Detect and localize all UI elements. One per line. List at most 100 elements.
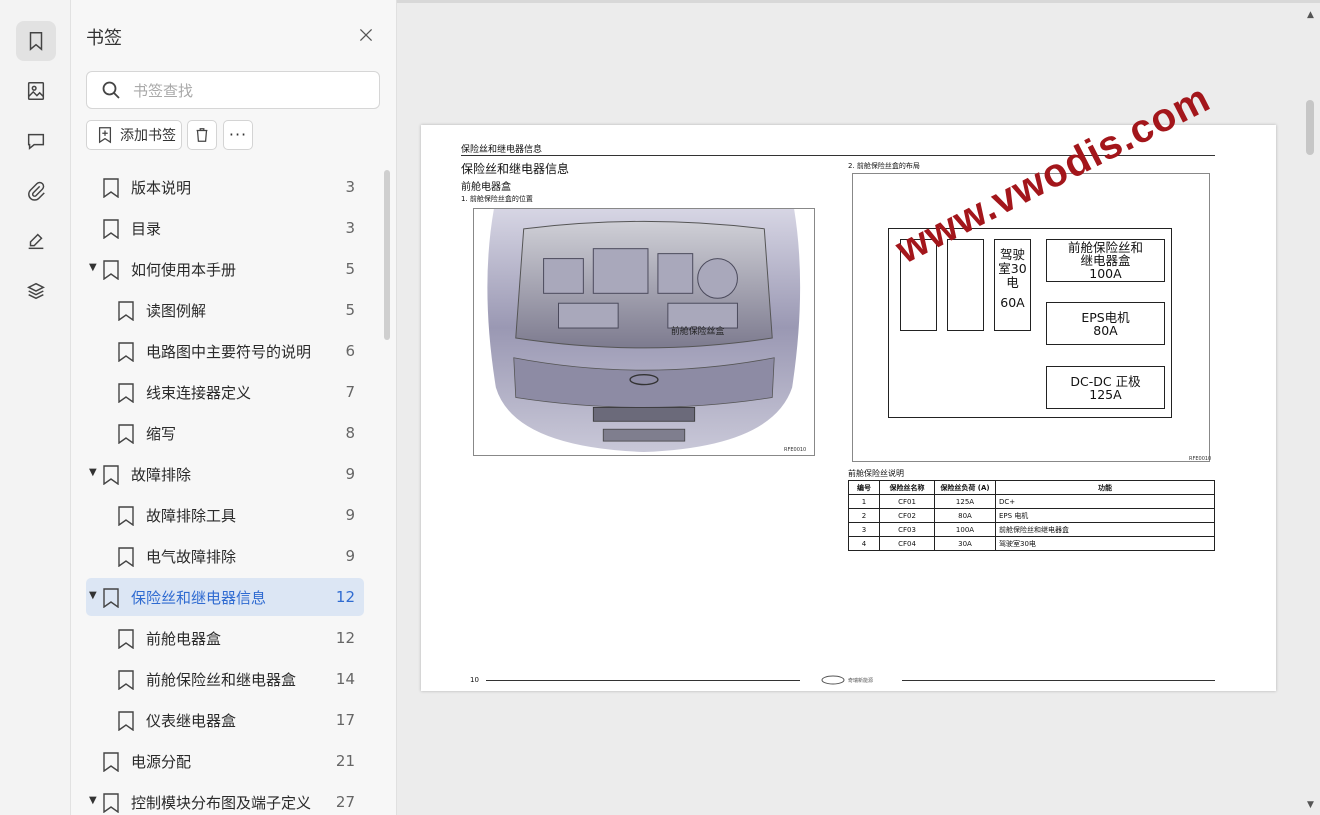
brand-logo-icon: 奇瑞新能源 <box>821 675 873 685</box>
fuse-front-box-100a: 前舱保险丝和 继电器盒 100A <box>1046 239 1165 282</box>
table-cell: CF03 <box>879 522 935 537</box>
fuse-eps-rating: 80A <box>1093 322 1118 338</box>
table-cell: 驾驶室30电 <box>995 536 1215 551</box>
bookmark-icon <box>103 260 119 280</box>
fuse-dcdc-line1: DC-DC 正极 <box>1070 373 1141 389</box>
bookmark-label: 电气故障排除 <box>146 548 237 566</box>
bookmark-page-number: 27 <box>335 793 355 811</box>
document-scrollbar[interactable] <box>1306 100 1314 155</box>
bookmark-item[interactable]: 电路图中主要符号的说明 6 <box>86 332 364 370</box>
bookmark-icon <box>103 793 119 813</box>
scroll-down-arrow-icon[interactable]: ▼ <box>1307 800 1314 810</box>
bookmark-item[interactable]: 电源分配 21 <box>86 742 364 780</box>
expand-arrow-icon[interactable]: ▼ <box>89 467 97 478</box>
bookmark-icon <box>118 547 134 567</box>
bookmark-item[interactable]: ▼ 控制模块分布图及端子定义 27 <box>86 783 364 815</box>
bookmark-page-number: 17 <box>335 711 355 729</box>
bookmark-item[interactable]: 前舱保险丝和继电器盒 14 <box>86 660 364 698</box>
table-cell: 125A <box>934 494 996 509</box>
bookmark-icon <box>118 711 134 731</box>
table-cell: 4 <box>848 536 880 551</box>
bookmark-page-number: 7 <box>345 383 355 401</box>
caption-fuse-box-layout: 2. 前舱保险丝盒的布局 <box>848 162 920 170</box>
table-row: 1 CF01 125A DC+ <box>848 494 1215 509</box>
bookmark-page-number: 12 <box>335 629 355 647</box>
layers-icon[interactable] <box>16 271 56 311</box>
section-title: 保险丝和继电器信息 <box>461 162 570 176</box>
document-viewer: ▲ ▼ 保险丝和继电器信息 保险丝和继电器信息 前舱电器盒 1. 前舱保险丝盒的… <box>397 0 1320 815</box>
table-row: 2 CF02 80A EPS 电机 <box>848 508 1215 523</box>
fuse-eps-line1: EPS电机 <box>1081 309 1130 325</box>
delete-bookmark-button[interactable] <box>187 120 217 150</box>
photo-callout-label: 前舱保险丝盒 <box>671 325 725 337</box>
top-divider <box>397 0 1320 3</box>
bookmark-icon <box>103 465 119 485</box>
bookmark-item[interactable]: 线束连接器定义 7 <box>86 373 364 411</box>
bookmark-icon <box>103 752 119 772</box>
bookmark-item[interactable]: 前舱电器盒 12 <box>86 619 364 657</box>
add-bookmark-label: 添加书签 <box>120 128 176 144</box>
bookmark-page-number: 9 <box>345 465 355 483</box>
table-row: 3 CF03 100A 前舱保险丝和继电器盒 <box>848 522 1215 537</box>
section-subtitle: 前舱电器盒 <box>461 182 511 193</box>
add-bookmark-button[interactable]: 添加书签 <box>86 120 182 150</box>
bookmark-label: 缩写 <box>146 425 177 443</box>
table-cell: 前舱保险丝和继电器盒 <box>995 522 1215 537</box>
fuse-cab-line3: 电 <box>1006 275 1019 290</box>
expand-arrow-icon[interactable]: ▼ <box>89 590 97 601</box>
bookmark-search <box>86 71 380 109</box>
bookmark-label: 目录 <box>131 220 162 238</box>
bookmark-label: 控制模块分布图及端子定义 <box>131 794 312 812</box>
image-icon[interactable] <box>16 71 56 111</box>
bookmark-icon <box>103 588 119 608</box>
table-cell: 3 <box>848 522 880 537</box>
fuse-front-box-rating: 100A <box>1089 266 1122 281</box>
bookmark-item[interactable]: ▼ 保险丝和继电器信息 12 <box>86 578 364 616</box>
bookmark-page-number: 14 <box>335 670 355 688</box>
bookmark-icon <box>103 178 119 198</box>
page-header: 保险丝和继电器信息 <box>461 145 543 155</box>
expand-arrow-icon[interactable]: ▼ <box>89 795 97 806</box>
close-icon[interactable] <box>355 24 377 46</box>
bookmark-item[interactable]: 版本说明 3 <box>86 168 364 206</box>
footer-brand-text: 奇瑞新能源 <box>848 677 873 684</box>
engine-bay-photo: 前舱保险丝盒 <box>473 208 815 456</box>
bookmark-label: 故障排除工具 <box>146 507 237 525</box>
bookmark-item[interactable]: ▼ 故障排除 9 <box>86 455 364 493</box>
bookmark-label: 线束连接器定义 <box>146 384 252 402</box>
bookmark-page-number: 21 <box>335 752 355 770</box>
scroll-up-arrow-icon[interactable]: ▲ <box>1307 10 1314 20</box>
bookmark-page-number: 3 <box>345 178 355 196</box>
bookmark-icon[interactable] <box>16 21 56 61</box>
signature-icon[interactable] <box>16 221 56 261</box>
bookmark-item[interactable]: 仪表继电器盒 17 <box>86 701 364 739</box>
bookmark-label: 电路图中主要符号的说明 <box>146 343 312 361</box>
expand-arrow-icon[interactable]: ▼ <box>89 262 97 273</box>
bookmark-item[interactable]: 故障排除工具 9 <box>86 496 364 534</box>
bookmark-label: 电源分配 <box>131 753 192 771</box>
bookmark-item[interactable]: 缩写 8 <box>86 414 364 452</box>
bookmark-list: 版本说明 3 目录 3 ▼ 如何使用本手册 5 读图例解 5 电路图中主要符号的说明 6 线束连接器定… <box>71 168 381 815</box>
icon-rail <box>0 0 71 815</box>
search-input[interactable] <box>131 78 365 104</box>
bookmark-item[interactable]: 电气故障排除 9 <box>86 537 364 575</box>
table-cell: 2 <box>848 508 880 523</box>
more-options-button[interactable]: ··· <box>223 120 253 150</box>
bookmark-item[interactable]: 读图例解 5 <box>86 291 364 329</box>
bookmark-page-number: 8 <box>345 424 355 442</box>
bookmark-item[interactable]: 目录 3 <box>86 209 364 247</box>
table-cell: CF04 <box>879 536 935 551</box>
footer-rule <box>902 680 1215 681</box>
bookmark-page-number: 3 <box>345 219 355 237</box>
table-cell: CF02 <box>879 508 935 523</box>
fuse-cab-rating: 60A <box>1000 295 1025 310</box>
panel-scrollbar[interactable] <box>384 170 390 340</box>
table-cell: 30A <box>934 536 996 551</box>
table-row: 4 CF04 30A 驾驶室30电 <box>848 536 1215 551</box>
panel-title: 书签 <box>86 28 122 49</box>
comment-icon[interactable] <box>16 121 56 161</box>
attachment-icon[interactable] <box>16 171 56 211</box>
table-header-cell: 保险丝负荷 (A) <box>934 480 996 495</box>
bookmark-item[interactable]: ▼ 如何使用本手册 5 <box>86 250 364 288</box>
bookmark-page-number: 9 <box>345 547 355 565</box>
